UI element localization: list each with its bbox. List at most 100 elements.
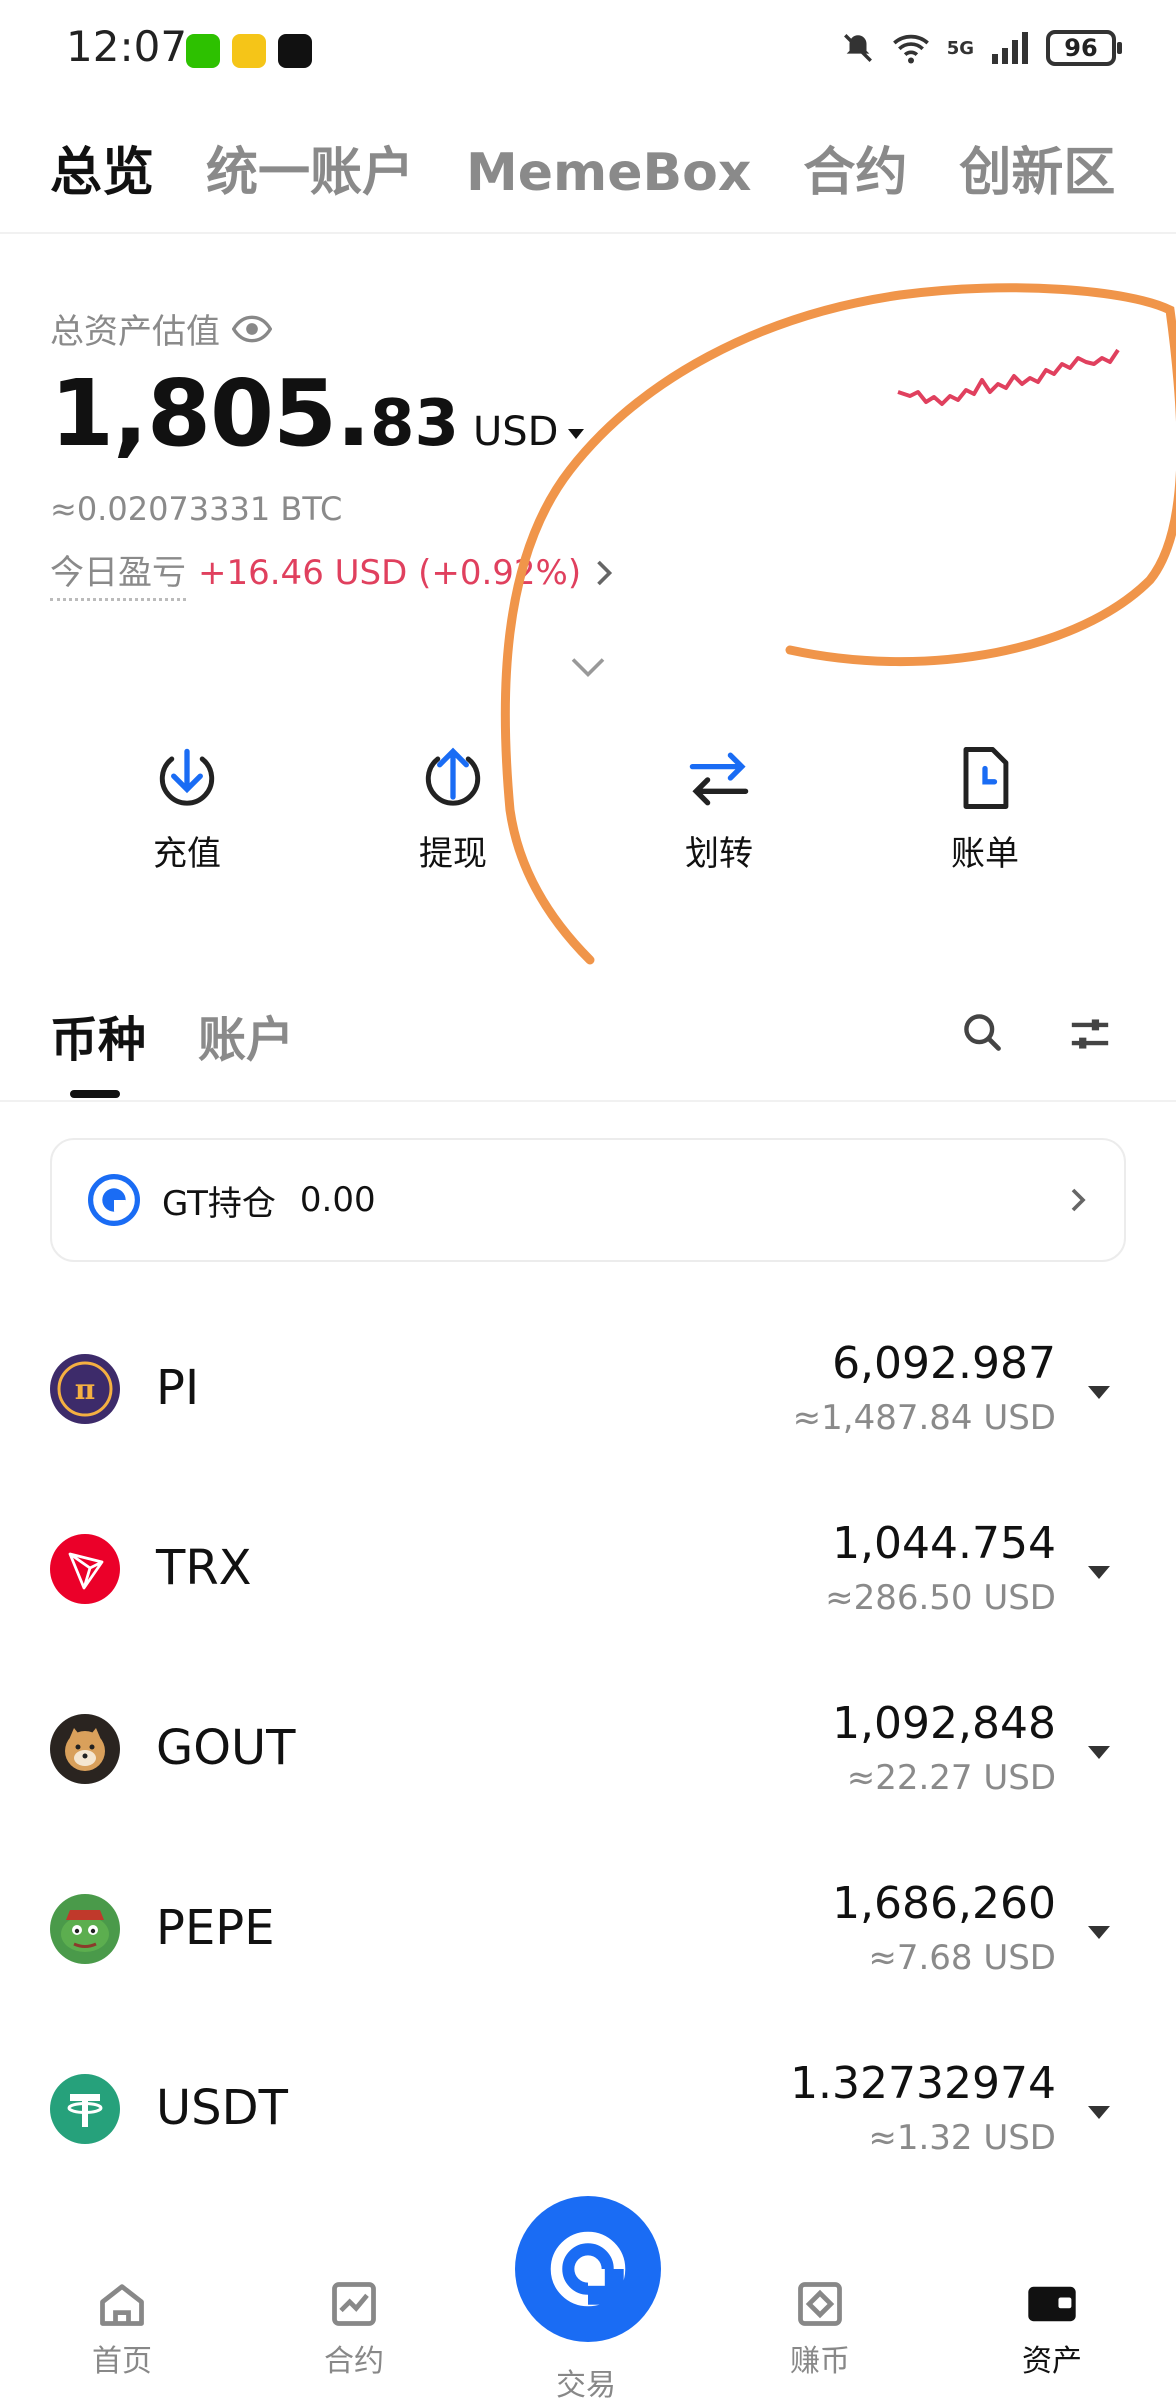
tab-memebox[interactable]: MemeBox — [466, 143, 751, 203]
deposit-button[interactable]: 充值 — [54, 740, 320, 875]
caret-down-icon[interactable] — [1088, 2106, 1110, 2119]
chevron-down-icon[interactable] — [570, 655, 606, 679]
coin-name: USDT — [156, 2080, 288, 2136]
status-bar: 12:07 5G 96 — [0, 0, 1176, 100]
eye-icon[interactable] — [232, 315, 272, 343]
btc-equivalent: ≈0.02073331 BTC — [50, 490, 343, 528]
wallet-icon — [1028, 2286, 1076, 2322]
caret-down-icon[interactable] — [568, 429, 585, 439]
nav-assets-label: 资产 — [1022, 2344, 1082, 2379]
pnl-label: 今日盈亏 — [50, 545, 186, 601]
nav-futures[interactable]: 合约 — [284, 2280, 424, 2380]
deposit-icon — [159, 748, 215, 806]
deposit-label: 充值 — [153, 834, 221, 874]
coin-name: PI — [156, 1360, 200, 1416]
coin-usd-value: ≈22.27 USD — [846, 1758, 1056, 1798]
chevron-right-icon — [597, 560, 613, 586]
bottom-nav: 首页 合约 交易 赚币 资产 — [0, 2170, 1176, 2400]
total-asset-label-text: 总资产估值 — [50, 312, 220, 352]
nav-earn-label: 赚币 — [790, 2344, 850, 2379]
home-icon — [100, 2284, 144, 2326]
coin-usd-value: ≈7.68 USD — [868, 1938, 1056, 1978]
bill-icon — [963, 747, 1009, 809]
price-sparkline — [897, 348, 1120, 406]
chevron-right-icon — [1071, 1188, 1086, 1212]
gt-logo-icon — [88, 1174, 140, 1226]
coin-name: TRX — [156, 1540, 252, 1596]
currency-selector[interactable]: USD — [473, 409, 558, 455]
total-asset-label: 总资产估值 — [50, 304, 272, 353]
quick-actions: 充值 提现 划转 账单 — [0, 740, 1176, 875]
caret-down-icon[interactable] — [1088, 1746, 1110, 1759]
coin-amount: 6,092.987 — [832, 1338, 1056, 1389]
nav-earn[interactable]: 赚币 — [750, 2280, 890, 2380]
gt-holdings-card[interactable]: GT持仓 0.00 — [50, 1138, 1126, 1262]
total-integer: 1,805. — [50, 360, 371, 467]
tab-futures[interactable]: 合约 — [803, 130, 907, 205]
tab-accounts[interactable]: 账户 — [198, 1000, 294, 1070]
coin-row-trx[interactable]: TRX 1,044.754 ≈286.50 USD — [50, 1510, 1126, 1630]
nav-trade-label: 交易 — [556, 2368, 616, 2400]
futures-chart-icon — [332, 2282, 376, 2326]
coin-usd-value: ≈286.50 USD — [825, 1578, 1056, 1618]
transfer-button[interactable]: 划转 — [586, 740, 852, 875]
pepe-logo-icon — [50, 1894, 120, 1964]
pnl-value: +16.46 USD (+0.92%) — [198, 553, 582, 593]
pi-logo-icon: π — [50, 1354, 120, 1424]
filter-icon[interactable] — [1068, 1014, 1112, 1054]
coin-name: GOUT — [156, 1720, 296, 1776]
coin-row-pepe[interactable]: PEPE 1,686,260 ≈7.68 USD — [50, 1870, 1126, 1990]
mute-icon — [843, 34, 872, 62]
gout-logo-icon — [50, 1714, 120, 1784]
nav-futures-label: 合约 — [324, 2344, 384, 2379]
nav-home[interactable]: 首页 — [52, 2280, 192, 2380]
gt-label: GT持仓 — [162, 1183, 276, 1224]
gt-value: 0.00 — [299, 1180, 376, 1220]
battery-indicator: 96 — [1046, 30, 1122, 66]
tab-coins[interactable]: 币种 — [50, 1000, 146, 1070]
coin-tabs-divider — [0, 1100, 1176, 1102]
usdt-logo-icon — [50, 2074, 120, 2144]
nav-home-label: 首页 — [92, 2344, 152, 2379]
mail-icon — [232, 34, 266, 68]
tab-innovation[interactable]: 创新区 — [959, 130, 1115, 205]
transfer-icon — [689, 752, 749, 806]
tab-unified-account[interactable]: 统一账户 — [206, 130, 414, 205]
coin-amount: 1,044.754 — [832, 1518, 1056, 1569]
bill-button[interactable]: 账单 — [852, 740, 1118, 875]
total-decimal: 83 — [369, 387, 460, 461]
active-tab-indicator — [70, 1090, 120, 1098]
caret-down-icon[interactable] — [1088, 1386, 1110, 1399]
svg-text:π: π — [75, 1373, 96, 1406]
caret-down-icon[interactable] — [1088, 1566, 1110, 1579]
network-label: 5G — [946, 37, 974, 59]
status-time: 12:07 — [66, 22, 188, 71]
coin-name: PEPE — [156, 1900, 275, 1956]
search-icon[interactable] — [960, 1010, 1004, 1054]
withdraw-icon — [425, 747, 481, 806]
coin-amount: 1.32732974 — [790, 2058, 1056, 2109]
signal-icon — [992, 32, 1028, 64]
coin-row-pi[interactable]: π PI 6,092.987 ≈1,487.84 USD — [50, 1330, 1126, 1450]
coin-row-gout[interactable]: GOUT 1,092,848 ≈22.27 USD — [50, 1690, 1126, 1810]
transfer-label: 划转 — [685, 834, 753, 874]
coin-tabs: 币种 账户 — [50, 1000, 294, 1070]
caret-down-icon[interactable] — [1088, 1926, 1110, 1939]
total-asset-value: 1,805. 83 USD — [50, 360, 585, 467]
coin-row-usdt[interactable]: USDT 1.32732974 ≈1.32 USD — [50, 2050, 1126, 2170]
tab-overview[interactable]: 总览 — [50, 130, 154, 205]
bill-label: 账单 — [951, 834, 1019, 874]
wechat-icon — [186, 34, 220, 68]
nav-assets[interactable]: 资产 — [982, 2280, 1122, 2380]
tiktok-icon — [278, 34, 312, 68]
coin-amount: 1,686,260 — [832, 1878, 1056, 1929]
header-divider — [0, 232, 1176, 234]
today-pnl[interactable]: 今日盈亏 +16.46 USD (+0.92%) — [50, 545, 615, 601]
coin-usd-value: ≈1.32 USD — [868, 2118, 1056, 2158]
withdraw-label: 提现 — [419, 834, 487, 874]
trade-button[interactable] — [515, 2196, 661, 2342]
withdraw-button[interactable]: 提现 — [320, 740, 586, 875]
trx-logo-icon — [50, 1534, 120, 1604]
gate-logo-icon — [550, 2231, 626, 2307]
top-tabs: 总览 统一账户 MemeBox 合约 创新区 — [50, 130, 1115, 205]
